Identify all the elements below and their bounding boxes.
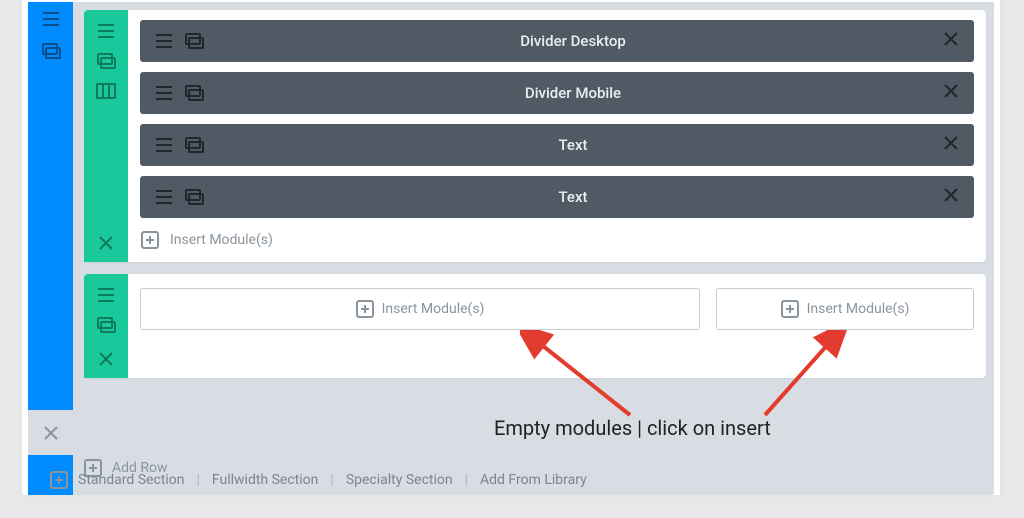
row-card: Insert Module(s) Insert Module(s) (84, 274, 986, 378)
insert-module-label: Insert Module(s) (807, 301, 910, 317)
separator: | (465, 472, 468, 488)
stack-icon[interactable] (92, 314, 120, 336)
row-rail (84, 10, 128, 262)
annotation-text: Empty modules | click on insert (494, 416, 771, 440)
drag-icon[interactable] (154, 31, 174, 51)
footer-link-specialty[interactable]: Specialty Section (346, 472, 453, 488)
stack-icon[interactable] (92, 50, 120, 72)
insert-module-label: Insert Module(s) (382, 301, 485, 317)
footer-link-fullwidth[interactable]: Fullwidth Section (212, 472, 318, 488)
plus-icon (50, 471, 68, 489)
close-icon (942, 186, 960, 204)
module-icons (154, 31, 204, 51)
module-label: Divider Desktop (204, 32, 942, 50)
canvas: Divider Desktop Divider Mobile (0, 0, 1024, 518)
close-icon (942, 82, 960, 100)
stack-icon[interactable] (184, 135, 204, 155)
drag-icon[interactable] (92, 284, 120, 306)
stack-icon[interactable] (184, 31, 204, 51)
columns-icon[interactable] (92, 80, 120, 102)
row-card: Divider Desktop Divider Mobile (84, 10, 986, 262)
section-content: Divider Desktop Divider Mobile (84, 10, 986, 445)
module-label: Text (204, 188, 942, 206)
row-body: Insert Module(s) Insert Module(s) (128, 274, 986, 378)
module-label: Divider Mobile (204, 84, 942, 102)
row-close-button[interactable] (84, 224, 128, 262)
module-close-button[interactable] (942, 30, 960, 52)
close-icon (942, 134, 960, 152)
module-close-button[interactable] (942, 134, 960, 156)
insert-module-label: Insert Module(s) (170, 232, 273, 248)
insert-module-button[interactable]: Insert Module(s) (140, 228, 974, 250)
separator: | (197, 472, 200, 488)
module-bar[interactable]: Text (140, 176, 974, 218)
stack-icon[interactable] (184, 187, 204, 207)
module-label: Text (204, 136, 942, 154)
drag-icon[interactable] (154, 187, 174, 207)
close-icon (942, 30, 960, 48)
module-bar[interactable]: Divider Desktop (140, 20, 974, 62)
insert-module-slot[interactable]: Insert Module(s) (140, 288, 700, 330)
add-section-footer: Standard Section | Fullwidth Section | S… (50, 471, 587, 489)
plus-icon (781, 300, 799, 318)
footer-link-library[interactable]: Add From Library (480, 472, 587, 488)
module-close-button[interactable] (942, 186, 960, 208)
section-close-button[interactable] (28, 410, 73, 455)
close-icon (97, 234, 115, 252)
module-icons (154, 187, 204, 207)
drag-icon[interactable] (92, 20, 120, 42)
module-bar[interactable]: Divider Mobile (140, 72, 974, 114)
module-bar[interactable]: Text (140, 124, 974, 166)
plus-icon (356, 300, 374, 318)
close-icon (42, 424, 60, 442)
drag-icon[interactable] (154, 135, 174, 155)
footer-link-standard[interactable]: Standard Section (78, 472, 185, 488)
close-icon (97, 350, 115, 368)
drag-icon[interactable] (37, 8, 65, 30)
row-close-button[interactable] (84, 340, 128, 378)
row-body: Divider Desktop Divider Mobile (128, 10, 986, 262)
plus-icon (140, 230, 160, 250)
stack-icon[interactable] (37, 40, 65, 62)
row-rail (84, 274, 128, 378)
module-icons (154, 83, 204, 103)
module-close-button[interactable] (942, 82, 960, 104)
insert-module-slot[interactable]: Insert Module(s) (716, 288, 974, 330)
module-icons (154, 135, 204, 155)
section-rail-icons (28, 2, 73, 62)
drag-icon[interactable] (154, 83, 174, 103)
stack-icon[interactable] (184, 83, 204, 103)
separator: | (330, 472, 333, 488)
